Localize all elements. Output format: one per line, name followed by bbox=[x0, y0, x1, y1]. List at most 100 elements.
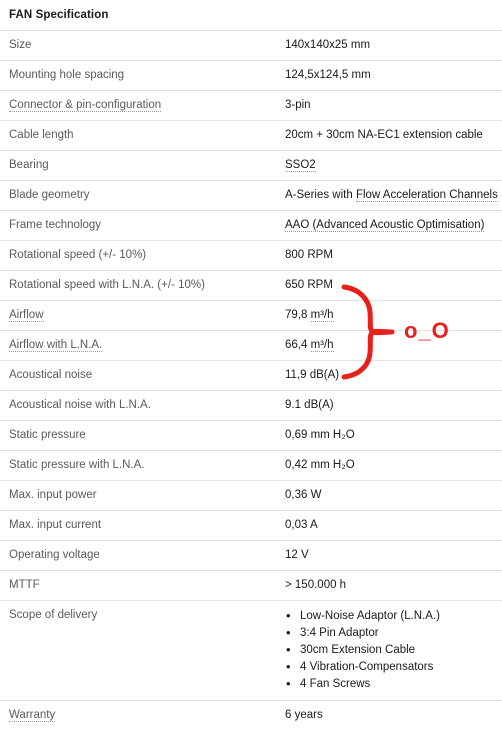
spec-value-cell: 79,8 m³/h bbox=[276, 301, 502, 331]
spec-value-cell: 66,4 m³/h bbox=[276, 331, 502, 361]
spec-label-text: Static pressure with L.N.A. bbox=[9, 459, 145, 471]
list-item: 3:4 Pin Adaptor bbox=[285, 625, 498, 642]
spec-value-text: 0,03 A bbox=[285, 519, 318, 531]
spec-value-cell: 650 RPM bbox=[276, 271, 502, 301]
spec-value-text: > 150.000 h bbox=[285, 579, 346, 591]
table-row: Mounting hole spacing 124,5x124,5 mm bbox=[0, 61, 502, 91]
spec-value-cell: 3-pin bbox=[276, 91, 502, 121]
spec-label-cell: Cable length bbox=[0, 121, 276, 151]
spec-label-text: Acoustical noise bbox=[9, 369, 92, 381]
spec-value-text: 9.1 dB(A) bbox=[285, 399, 334, 411]
spec-label-text[interactable]: Airflow with L.N.A. bbox=[9, 339, 102, 352]
page-title: FAN Specification bbox=[0, 0, 502, 30]
spec-value-cell: 0,69 mm H₂O bbox=[276, 421, 502, 451]
spec-label-text[interactable]: Warranty bbox=[9, 709, 55, 722]
table-row: Max. input current 0,03 A bbox=[0, 511, 502, 541]
spec-value-text: 66,4 bbox=[285, 339, 311, 351]
spec-label-text: Acoustical noise with L.N.A. bbox=[9, 399, 151, 411]
spec-value-text: 79,8 bbox=[285, 309, 311, 321]
list-item: 4 Fan Screws bbox=[285, 676, 498, 693]
spec-label-cell: Scope of delivery bbox=[0, 601, 276, 701]
table-row: Airflow 79,8 m³/h bbox=[0, 301, 502, 331]
spec-value-link[interactable]: m³/h bbox=[311, 339, 334, 352]
spec-label-cell: Rotational speed (+/- 10%) bbox=[0, 241, 276, 271]
spec-label-text: Frame technology bbox=[9, 219, 101, 231]
spec-value-text: 6 years bbox=[285, 709, 323, 721]
table-row: Frame technology AAO (Advanced Acoustic O… bbox=[0, 211, 502, 241]
spec-value-link[interactable]: Flow Acceleration Channels bbox=[356, 189, 498, 202]
spec-value-text: 3-pin bbox=[285, 99, 311, 111]
scope-of-delivery-list: Low-Noise Adaptor (L.N.A.)3:4 Pin Adapto… bbox=[285, 608, 498, 693]
table-row: Rotational speed with L.N.A. (+/- 10%) 65… bbox=[0, 271, 502, 301]
spec-value-cell: 124,5x124,5 mm bbox=[276, 61, 502, 91]
spec-label-text: Rotational speed with L.N.A. (+/- 10%) bbox=[9, 279, 205, 291]
spec-value-cell: 20cm + 30cm NA-EC1 extension cable bbox=[276, 121, 502, 151]
spec-value-text: 0,36 W bbox=[285, 489, 321, 501]
spec-label-cell: Acoustical noise with L.N.A. bbox=[0, 391, 276, 421]
spec-label-cell: Max. input power bbox=[0, 481, 276, 511]
spec-value-cell: Low-Noise Adaptor (L.N.A.)3:4 Pin Adapto… bbox=[276, 601, 502, 701]
spec-label-text: Mounting hole spacing bbox=[9, 69, 124, 81]
spec-label-cell: Acoustical noise bbox=[0, 361, 276, 391]
specification-table: Size 140x140x25 mm Mounting hole spacing 12… bbox=[0, 30, 502, 730]
spec-value-text: 140x140x25 mm bbox=[285, 39, 370, 51]
spec-value-text: 0,42 mm H₂O bbox=[285, 459, 355, 471]
list-item: Low-Noise Adaptor (L.N.A.) bbox=[285, 608, 498, 625]
table-row: Blade geometry A-Series with Flow Acceler… bbox=[0, 181, 502, 211]
table-row: Acoustical noise 11,9 dB(A) bbox=[0, 361, 502, 391]
spec-label-cell: Static pressure with L.N.A. bbox=[0, 451, 276, 481]
spec-label-cell: Max. input current bbox=[0, 511, 276, 541]
spec-value-text: 11,9 dB(A) bbox=[285, 369, 339, 381]
spec-value-text: 124,5x124,5 mm bbox=[285, 69, 371, 81]
spec-label-text: Operating voltage bbox=[9, 549, 100, 561]
spec-label-text: Blade geometry bbox=[9, 189, 90, 201]
table-row: Rotational speed (+/- 10%) 800 RPM bbox=[0, 241, 502, 271]
spec-value-text: 0,69 mm H₂O bbox=[285, 429, 355, 441]
spec-label-text: Bearing bbox=[9, 159, 49, 171]
table-row: Cable length 20cm + 30cm NA-EC1 extension… bbox=[0, 121, 502, 151]
table-row: MTTF > 150.000 h bbox=[0, 571, 502, 601]
spec-label-cell: Airflow bbox=[0, 301, 276, 331]
spec-value-cell: AAO (Advanced Acoustic Optimisation) bbox=[276, 211, 502, 241]
table-row-scope-of-delivery: Scope of delivery Low-Noise Adaptor (L.N.… bbox=[0, 601, 502, 701]
spec-label-cell: Size bbox=[0, 31, 276, 61]
spec-value-link[interactable]: m³/h bbox=[311, 309, 334, 322]
spec-value-text: A-Series with bbox=[285, 189, 356, 201]
spec-value-text[interactable]: AAO (Advanced Acoustic Optimisation) bbox=[285, 219, 484, 232]
table-row: Airflow with L.N.A. 66,4 m³/h bbox=[0, 331, 502, 361]
table-row: Connector & pin-configuration 3-pin bbox=[0, 91, 502, 121]
specification-table-body: Size 140x140x25 mm Mounting hole spacing 12… bbox=[0, 31, 502, 730]
spec-value-text: 12 V bbox=[285, 549, 309, 561]
spec-value-cell: 11,9 dB(A) bbox=[276, 361, 502, 391]
spec-label-text: Max. input power bbox=[9, 489, 97, 501]
table-row: Static pressure0,69 mm H₂O bbox=[0, 421, 502, 451]
fan-specification-panel: FAN Specification Size 140x140x25 mm Mount… bbox=[0, 0, 502, 730]
spec-value-cell: 0,03 A bbox=[276, 511, 502, 541]
spec-value-cell: 12 V bbox=[276, 541, 502, 571]
table-row: Static pressure with L.N.A. 0,42 mm H₂O bbox=[0, 451, 502, 481]
spec-value-cell: 140x140x25 mm bbox=[276, 31, 502, 61]
spec-label-cell: Airflow with L.N.A. bbox=[0, 331, 276, 361]
spec-value-text: 20cm + 30cm NA-EC1 extension cable bbox=[285, 129, 483, 141]
spec-label-cell: Blade geometry bbox=[0, 181, 276, 211]
spec-label-text: MTTF bbox=[9, 579, 40, 591]
spec-value-cell: 0,36 W bbox=[276, 481, 502, 511]
spec-value-text: 800 RPM bbox=[285, 249, 333, 261]
spec-label-text: Rotational speed (+/- 10%) bbox=[9, 249, 146, 261]
spec-label-cell: Bearing bbox=[0, 151, 276, 181]
spec-label-cell: MTTF bbox=[0, 571, 276, 601]
spec-label-cell: Operating voltage bbox=[0, 541, 276, 571]
spec-label-cell: Warranty bbox=[0, 701, 276, 730]
spec-label-text[interactable]: Connector & pin-configuration bbox=[9, 99, 161, 112]
spec-label-text[interactable]: Airflow bbox=[9, 309, 44, 322]
spec-label-text: Scope of delivery bbox=[9, 609, 97, 621]
spec-value-text[interactable]: SSO2 bbox=[285, 159, 316, 172]
list-item: 4 Vibration-Compensators bbox=[285, 659, 498, 676]
spec-label-cell: Mounting hole spacing bbox=[0, 61, 276, 91]
spec-value-text: 650 RPM bbox=[285, 279, 333, 291]
spec-value-cell: SSO2 bbox=[276, 151, 502, 181]
table-row-warranty: Warranty 6 years bbox=[0, 701, 502, 730]
spec-label-cell: Rotational speed with L.N.A. (+/- 10%) bbox=[0, 271, 276, 301]
spec-value-cell: 0,42 mm H₂O bbox=[276, 451, 502, 481]
list-item: 30cm Extension Cable bbox=[285, 642, 498, 659]
